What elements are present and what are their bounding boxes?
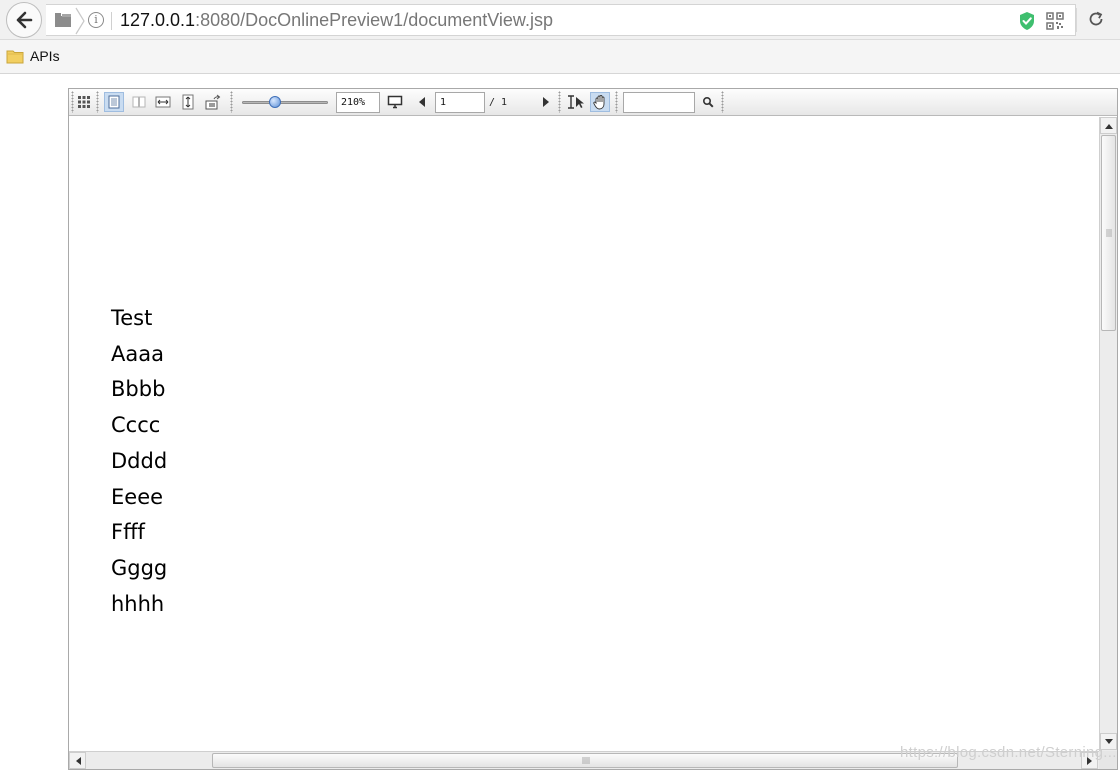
zoom-slider-track[interactable] [242,101,328,104]
grip-lines-icon [1106,229,1112,237]
page-number-input[interactable]: 1 [435,92,485,113]
chevron-right-icon [75,7,85,35]
fit-width-icon [155,96,171,108]
back-button[interactable] [6,2,42,38]
vertical-scroll-thumb[interactable] [1101,135,1116,331]
document-line: Aaaa [111,341,164,366]
hand-icon [593,95,605,110]
triangle-left-icon [75,756,81,765]
two-page-icon [132,96,146,108]
document-line: hhhh [111,591,165,616]
toolbar-grip [615,91,618,113]
previous-page-button[interactable] [412,92,432,112]
url-divider [111,12,112,30]
toolbar-grip [96,91,99,113]
bookmark-apis[interactable]: APIs [6,48,60,64]
fit-height-button[interactable] [178,92,198,112]
zoom-slider-handle[interactable] [268,96,281,108]
rotate-button[interactable] [203,92,223,112]
watermark: https://blog.csdn.net/Sterning... [900,744,1117,761]
bookmark-label: APIs [30,48,60,64]
monitor-icon [387,95,403,109]
refresh-icon[interactable] [1086,9,1106,29]
search-input[interactable] [623,92,695,113]
document-line: Cccc [111,413,161,438]
url-host: 127.0.0.1 [120,10,196,30]
browser-address-bar: i 127.0.0.1:8080/DocOnlinePreview1/docum… [0,0,1120,40]
single-page-icon [108,95,120,109]
triangle-left-icon [419,97,425,107]
info-icon[interactable]: i [88,12,104,28]
folder-icon [6,50,24,64]
single-page-view-button[interactable] [104,92,124,112]
rotate-icon [205,94,221,110]
page-total: / 1 [489,97,508,108]
fit-height-icon [182,94,194,110]
text-cursor-icon [568,95,584,109]
scroll-left-button[interactable] [69,752,86,769]
document-line: Gggg [111,555,168,580]
fullscreen-button[interactable] [385,92,405,112]
hand-tool-button[interactable] [590,92,610,112]
triangle-right-icon [543,97,549,107]
site-icon [55,13,71,27]
two-page-view-button[interactable] [129,92,149,112]
triangle-up-icon [1104,123,1113,129]
vertical-scrollbar[interactable] [1099,117,1117,751]
qr-code-icon[interactable] [1046,12,1064,30]
document-line: Test [111,306,153,330]
next-page-button[interactable] [536,92,556,112]
search-icon [702,96,714,108]
document-line: Dddd [111,448,168,473]
zoom-input[interactable]: 210% [336,92,380,113]
search-button[interactable] [698,92,718,112]
viewer-toolbar: 210% 1 / 1 [69,89,1117,116]
back-arrow-icon [16,11,33,29]
toolbar-grip [721,91,724,113]
thumbnail-view-button[interactable] [74,92,94,112]
document-line: Eeee [111,484,164,509]
document-text: Test Aaaa Bbbb Cccc Dddd Eeee Ffff Gggg hhhh [111,301,167,622]
document-line: Ffff [111,520,145,545]
url-bar[interactable]: i 127.0.0.1:8080/DocOnlinePreview1/docum… [46,4,1076,36]
grip-lines-icon [582,757,590,764]
text-select-tool-button[interactable] [565,92,585,112]
grid-icon [78,96,90,108]
document-page[interactable]: Test Aaaa Bbbb Cccc Dddd Eeee Ffff Gggg hhhh [69,117,1099,751]
url-text[interactable]: 127.0.0.1:8080/DocOnlinePreview1/documen… [120,9,553,31]
url-path: :8080/DocOnlinePreview1/documentView.jsp [195,10,553,30]
document-line: Bbbb [111,377,166,402]
toolbar-grip [558,91,561,113]
toolbar-grip [230,91,233,113]
shield-icon[interactable] [1018,11,1036,31]
fit-width-button[interactable] [153,92,173,112]
document-viewer: 210% 1 / 1 Test Aaaa Bbbb Cccc Dddd Eeee… [68,88,1118,770]
horizontal-scroll-thumb[interactable] [212,753,958,768]
bookmarks-bar: APIs [0,40,1120,74]
toolbar-separator [1076,8,1077,32]
scroll-up-button[interactable] [1100,117,1117,134]
